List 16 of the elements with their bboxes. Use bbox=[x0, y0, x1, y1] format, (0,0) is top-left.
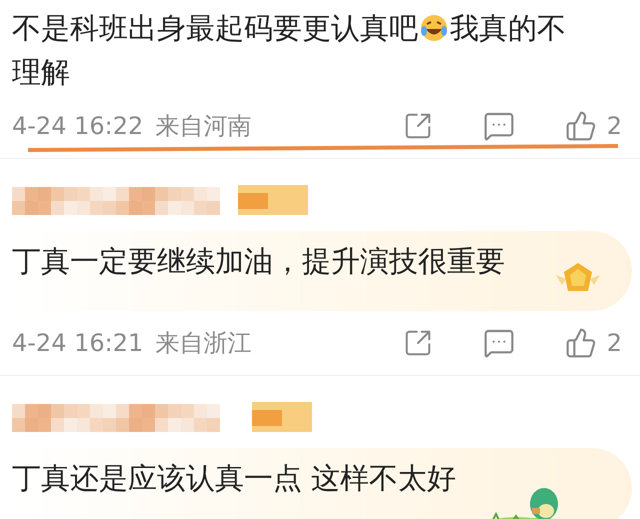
comment-icon[interactable] bbox=[482, 110, 515, 142]
comment-icon[interactable] bbox=[482, 327, 515, 359]
share-icon[interactable] bbox=[402, 328, 433, 358]
comment-time: 4-24 16:22 bbox=[12, 111, 144, 142]
comment-location: 来自浙江 bbox=[155, 328, 252, 359]
comment-text: 丁真还是应该认真一点 这样不太好 bbox=[12, 460, 456, 497]
like-icon[interactable] bbox=[564, 110, 597, 142]
like-count: 2 bbox=[606, 111, 622, 142]
laughing-emoji-icon bbox=[419, 13, 449, 43]
comment-text: 不是科班出身最起码要更认真吧 我真的不理解 bbox=[12, 10, 567, 91]
like-count: 2 bbox=[606, 328, 622, 359]
share-icon[interactable] bbox=[402, 111, 433, 141]
comment-location: 来自河南 bbox=[155, 111, 252, 142]
like-icon[interactable] bbox=[564, 327, 597, 359]
comment-time: 4-24 16:21 bbox=[12, 328, 144, 359]
comment-text: 丁真一定要继续加油，提升演技很重要 bbox=[12, 243, 505, 280]
